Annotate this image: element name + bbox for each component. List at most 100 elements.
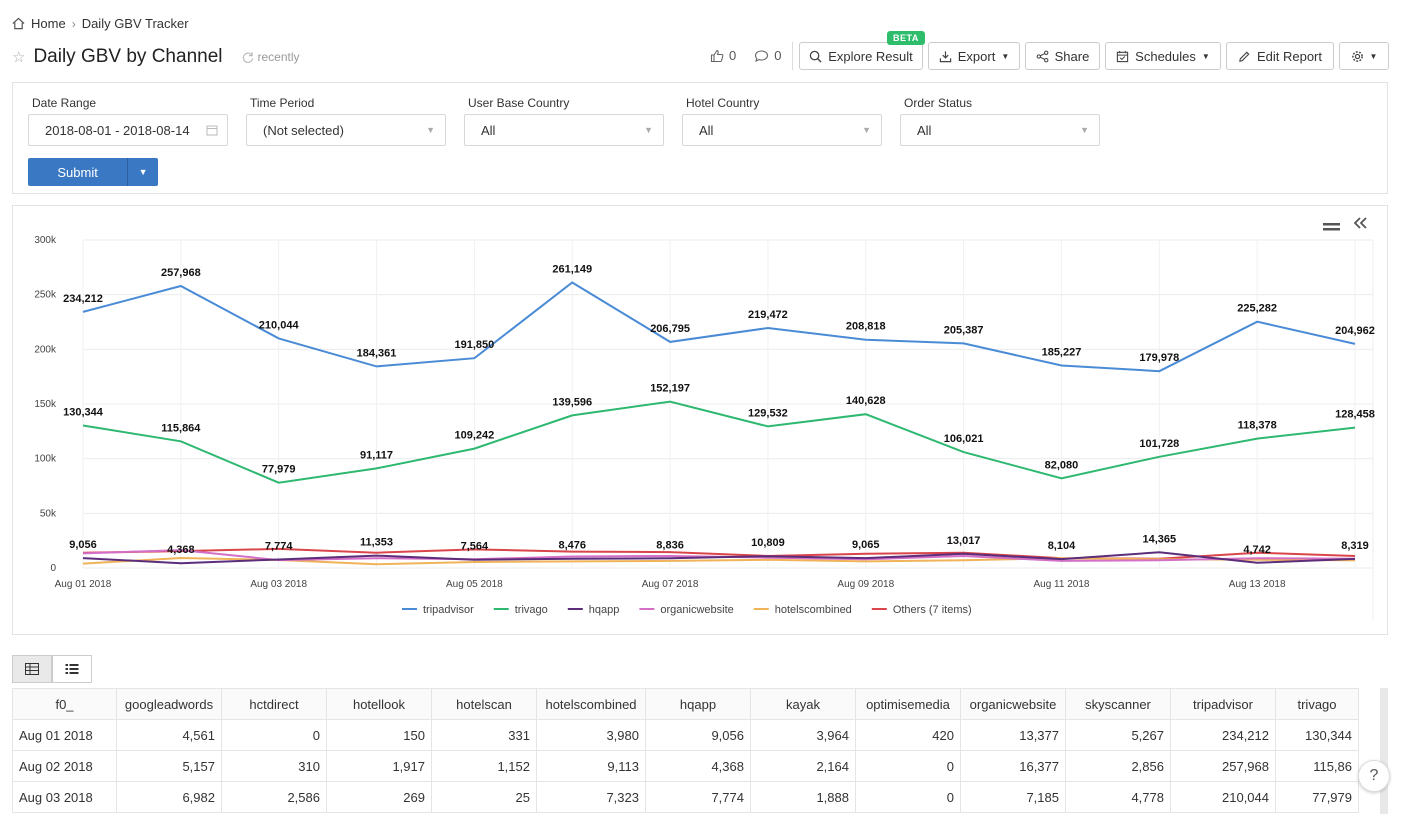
data-label: 106,021 [944,433,984,445]
table-cell: 13,377 [960,719,1066,751]
table-cell: 2,164 [750,750,856,782]
data-label: 152,197 [650,383,690,395]
data-label: 8,104 [1048,540,1076,552]
table-cell: 0 [855,781,961,813]
table-cell: 269 [326,781,432,813]
table-cell: 3,964 [750,719,856,751]
table-cell: 5,157 [116,750,222,782]
data-label: 234,212 [63,293,103,305]
column-header[interactable]: optimisemedia [855,688,961,720]
table-cell: 1,917 [326,750,432,782]
data-label: 219,472 [748,309,788,321]
x-tick-label: Aug 07 2018 [642,579,699,590]
chart-grid [82,239,1374,620]
table-cell: 115,86 [1275,750,1359,782]
table-cell: 77,979 [1275,781,1359,813]
data-label: 206,795 [650,323,690,335]
column-header[interactable]: tripadvisor [1170,688,1276,720]
help-button[interactable]: ? [1358,760,1390,792]
y-tick-label: 250k [34,290,57,301]
data-label: 185,227 [1042,346,1082,358]
column-header[interactable]: hotelscan [431,688,537,720]
data-label: 191,850 [455,339,495,351]
y-tick-label: 100k [34,454,57,465]
menu-icon[interactable] [1323,223,1340,231]
table-cell: 3,980 [536,719,646,751]
data-label: 210,044 [259,319,300,331]
collapse-icon[interactable] [1353,217,1367,229]
chart-data-labels: 234,212 257,968 210,044 184,361 191,850 261,1… [63,263,1375,556]
data-label: 118,378 [1238,420,1277,432]
data-label: 13,017 [947,535,981,547]
table-row: Aug 03 2018 6,982 2,586 269 25 7,323 7,774 1,88… [12,781,1359,813]
legend-item[interactable]: trivago [515,604,548,616]
data-label: 130,344 [63,406,104,418]
line-chart: 050k100k150k200k250k300k Aug 01 2018 Aug … [34,217,1375,620]
y-tick-label: 300k [34,235,57,246]
x-tick-label: Aug 09 2018 [837,579,894,590]
column-header[interactable]: kayak [750,688,856,720]
row-date-cell: Aug 03 2018 [12,781,117,813]
column-header[interactable]: f0_ [12,688,117,720]
table-cell: 331 [431,719,537,751]
table-cell: 4,368 [645,750,751,782]
data-label: 82,080 [1045,459,1079,471]
column-header[interactable]: organicwebsite [960,688,1066,720]
table-row: Aug 02 2018 5,157 310 1,917 1,152 9,113 4,368 2… [12,750,1359,782]
column-header[interactable]: hotellook [326,688,432,720]
table-cell: 9,113 [536,750,646,782]
column-header[interactable]: googleadwords [116,688,222,720]
data-label: 7,774 [265,541,293,553]
y-tick-label: 50k [40,508,57,519]
x-tick-label: Aug 05 2018 [446,579,503,590]
x-axis-ticks: Aug 01 2018 Aug 03 2018 Aug 05 2018 Aug 07 … [55,579,1286,590]
legend-item[interactable]: Others (7 items) [893,604,972,616]
data-label: 204,962 [1335,325,1375,337]
y-tick-label: 200k [34,344,57,355]
list-view-button[interactable] [52,655,92,683]
data-label: 261,149 [552,263,592,275]
table-cell: 7,323 [536,781,646,813]
data-table: f0_ googleadwords hctdirect hotellook ho… [12,688,1359,813]
row-date-cell: Aug 01 2018 [12,719,117,751]
data-label: 9,065 [852,539,880,551]
data-label: 77,979 [262,464,296,476]
table-cell: 9,056 [645,719,751,751]
column-header[interactable]: skyscanner [1065,688,1171,720]
table-cell: 0 [221,719,327,751]
legend-item[interactable]: tripadvisor [423,604,474,616]
table-cell: 4,778 [1065,781,1171,813]
data-label: 8,836 [656,539,684,551]
table-cell: 0 [855,750,961,782]
data-label: 10,809 [751,537,785,549]
table-cell: 25 [431,781,537,813]
data-label: 257,968 [161,267,201,279]
data-label: 91,117 [360,449,393,461]
column-header[interactable]: hqapp [645,688,751,720]
column-header[interactable]: hctdirect [221,688,327,720]
data-label: 115,864 [161,422,201,434]
table-cell: 4,561 [116,719,222,751]
table-cell: 6,982 [116,781,222,813]
data-label: 4,368 [167,544,195,556]
data-label: 128,458 [1335,409,1375,421]
data-label: 14,365 [1142,533,1176,545]
x-tick-label: Aug 13 2018 [1229,579,1286,590]
table-scrollbar[interactable] [1380,688,1388,814]
column-header[interactable]: trivago [1275,688,1359,720]
table-cell: 257,968 [1170,750,1276,782]
x-tick-label: Aug 01 2018 [55,579,112,590]
column-header[interactable]: hotelscombined [536,688,646,720]
table-cell: 16,377 [960,750,1066,782]
data-label: 208,818 [846,321,886,333]
legend-item[interactable]: hotelscombined [775,604,852,616]
table-cell: 210,044 [1170,781,1276,813]
data-label: 179,978 [1139,352,1179,364]
table-cell: 150 [326,719,432,751]
legend-item[interactable]: organicwebsite [660,604,733,616]
data-label: 7,564 [461,541,489,553]
x-tick-label: Aug 11 2018 [1033,579,1089,590]
legend-item[interactable]: hqapp [589,604,620,616]
table-view-button[interactable] [12,655,52,683]
row-date-cell: Aug 02 2018 [12,750,117,782]
